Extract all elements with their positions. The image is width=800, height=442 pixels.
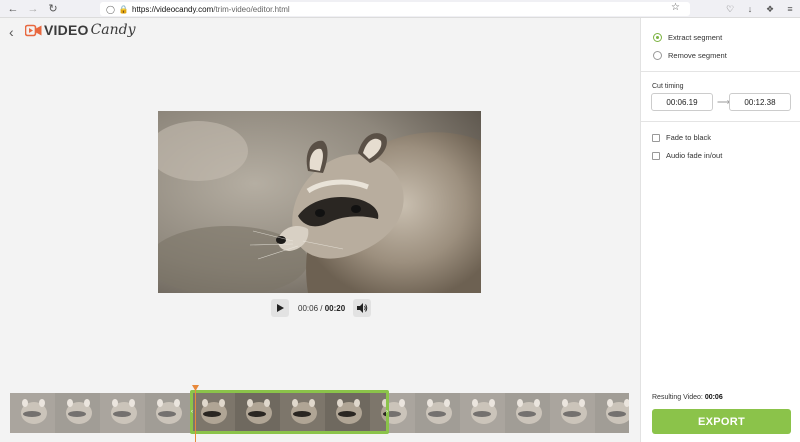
- selection-end-handle[interactable]: ›: [385, 407, 389, 417]
- export-button[interactable]: EXPORT: [652, 409, 791, 434]
- lock-icon: 🔒: [118, 4, 129, 14]
- current-time: 00:06: [298, 303, 319, 313]
- camera-logo-icon: [25, 24, 42, 36]
- reload-icon[interactable]: ↻: [46, 2, 60, 16]
- address-bar[interactable]: ◯ 🔒 https://videocandy.com/trim-video/ed…: [100, 2, 690, 16]
- radio-remove-segment[interactable]: Remove segment: [653, 51, 727, 60]
- url-host: https://videocandy.com: [132, 4, 214, 14]
- play-button[interactable]: [271, 299, 289, 317]
- duration: 00:20: [324, 303, 346, 313]
- checkbox-label: Audio fade in/out: [666, 151, 723, 160]
- play-icon: [277, 304, 284, 312]
- timeline-thumbnail: [505, 393, 550, 433]
- resulting-label: Resulting Video:: [652, 394, 703, 401]
- radio-button[interactable]: [653, 33, 662, 42]
- timeline-thumbnail: [10, 393, 55, 433]
- selection-range[interactable]: ‹ ›: [190, 390, 389, 434]
- radio-label: Remove segment: [668, 51, 727, 60]
- forward-arrow-icon[interactable]: →: [26, 2, 40, 16]
- checkbox[interactable]: [652, 133, 660, 142]
- checkbox-label: Fade to black: [666, 133, 712, 142]
- logo-text-candy: Candy: [90, 22, 136, 38]
- download-icon[interactable]: ↓: [744, 2, 756, 16]
- speaker-icon: [356, 303, 367, 313]
- divider: [641, 71, 800, 72]
- selection-start-handle[interactable]: ‹: [190, 407, 194, 417]
- back-chevron-icon[interactable]: ‹: [9, 24, 14, 40]
- timeline-thumbnail: [55, 393, 100, 433]
- checkbox[interactable]: [652, 151, 660, 160]
- timeline-thumbnail: [145, 393, 190, 433]
- divider: [641, 121, 800, 122]
- url-path: /trim-video/editor.html: [213, 4, 290, 14]
- back-arrow-icon[interactable]: ←: [6, 2, 20, 16]
- timeline-thumbnail: [100, 393, 145, 433]
- playhead[interactable]: [195, 385, 196, 442]
- bookmark-star-icon[interactable]: ☆: [671, 2, 680, 13]
- resulting-value: 00:06: [704, 394, 723, 401]
- timeline-thumbnail: [415, 393, 460, 433]
- timeline-thumbnail: [595, 393, 629, 433]
- pocket-icon[interactable]: ♡: [724, 2, 736, 16]
- extensions-icon[interactable]: ❖: [764, 2, 776, 16]
- end-time-input[interactable]: 00:12.38: [729, 93, 791, 111]
- menu-icon[interactable]: ≡: [784, 2, 796, 16]
- time-display: 00:06 / 00:20: [298, 304, 345, 313]
- player-controls: 00:06 / 00:20: [271, 299, 372, 317]
- playhead-marker-icon[interactable]: [192, 385, 199, 391]
- option-fade-to-black[interactable]: Fade to black: [652, 133, 711, 142]
- radio-button[interactable]: [653, 51, 662, 60]
- start-time-input[interactable]: 00:06.19: [651, 93, 713, 111]
- video-preview[interactable]: [158, 111, 481, 293]
- time-separator: /: [318, 303, 325, 313]
- timeline-thumbnail: [460, 393, 505, 433]
- radio-extract-segment[interactable]: Extract segment: [653, 33, 722, 42]
- timeline-thumbnail: [550, 393, 595, 433]
- logo[interactable]: VIDEO Candy: [25, 22, 136, 38]
- cut-timing-label: Cut timing: [652, 83, 684, 90]
- browser-toolbar: ← → ↻ ◯ 🔒 https://videocandy.com/trim-vi…: [0, 0, 800, 18]
- raccoon-video-frame: [158, 111, 481, 293]
- volume-button[interactable]: [353, 299, 372, 317]
- radio-label: Extract segment: [668, 33, 723, 42]
- shield-icon: ◯: [106, 4, 115, 14]
- logo-text-video: VIDEO: [44, 22, 89, 38]
- arrow-right-icon: ⟶: [717, 97, 730, 107]
- resulting-video: Resulting Video: 00:06: [652, 394, 723, 401]
- option-audio-fade[interactable]: Audio fade in/out: [652, 151, 722, 160]
- settings-panel: Extract segment Remove segment Cut timin…: [640, 18, 800, 442]
